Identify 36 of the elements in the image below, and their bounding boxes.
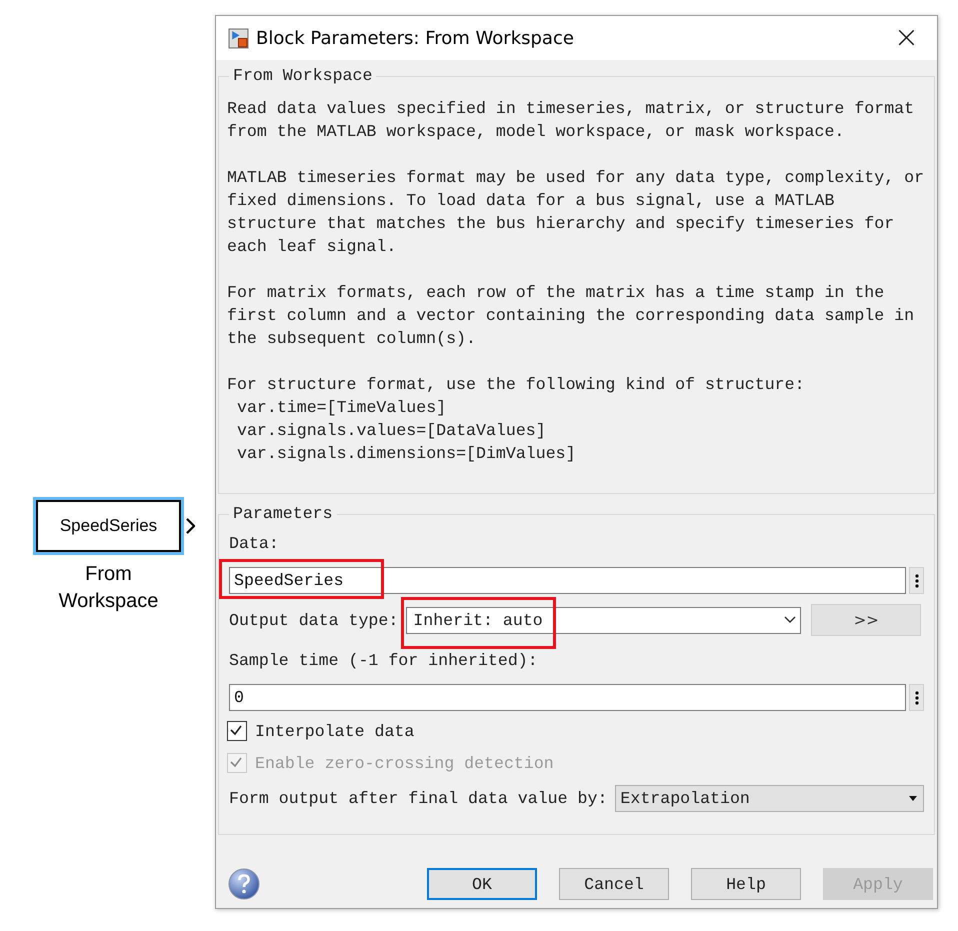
- dialog-button[interactable]: Help: [691, 868, 801, 900]
- checkbox[interactable]: [227, 721, 247, 741]
- output-port-icon: [186, 518, 195, 534]
- checkbox-label: Enable zero-crossing detection: [255, 754, 554, 772]
- help-icon[interactable]: [228, 868, 260, 900]
- input-field[interactable]: SpeedSeries: [229, 567, 906, 594]
- code-line: var.signals.values=[DataValues]: [237, 420, 547, 442]
- more-options-button[interactable]: [909, 684, 924, 711]
- description-text: For structure format, use the following kind of structure:: [227, 374, 806, 396]
- close-button[interactable]: ×: [884, 23, 929, 53]
- field-label: Data:: [229, 533, 280, 555]
- dialog-button[interactable]: OK: [427, 868, 537, 900]
- input-field[interactable]: 0: [229, 684, 906, 711]
- dialog-button[interactable]: Cancel: [559, 868, 669, 900]
- more-options-button[interactable]: [909, 567, 924, 594]
- block-icon: [228, 28, 249, 48]
- field-label: Form output after final data value by:: [229, 789, 608, 808]
- data-type-assistant-button[interactable]: >>: [811, 604, 922, 636]
- description-text: Read data values specified in timeseries, matrix, or structure format from the MATLAB workspace, model workspace, or mask workspace.: [227, 98, 916, 143]
- checkbox-label: Interpolate data: [255, 722, 414, 740]
- description-text: MATLAB timeseries format may be used for any data type, complexity, or fixed dimensions. To load data for a bus signal, use a MATLAB structure that matches the bus hierarchy and specify timeseries for each leaf signal.: [227, 167, 926, 258]
- group-title: From Workspace: [229, 66, 376, 86]
- caret-icon: [909, 796, 917, 801]
- field-label: Sample time (-1 for inherited):: [229, 650, 539, 672]
- caret-icon: [784, 616, 796, 624]
- code-line: var.time=[TimeValues]: [237, 397, 448, 419]
- vertical-dots-icon: [914, 572, 918, 588]
- field-label: Output data type:: [229, 610, 398, 630]
- block[interactable]: SpeedSeries: [36, 500, 181, 552]
- type-dropdown[interactable]: Inherit: auto: [406, 606, 802, 634]
- description-text: For matrix formats, each row of the matrix has a time stamp in the first column and a vector containing the corresponding data sample in the subsequent column(s).: [227, 282, 916, 350]
- code-line: var.signals.dimensions=[DimValues]: [237, 443, 577, 465]
- window-title: Block Parameters: From Workspace: [256, 28, 575, 48]
- block-caption: From Workspace: [58, 562, 160, 614]
- extrapolation-dropdown[interactable]: Extrapolation: [615, 785, 924, 812]
- vertical-dots-icon: [914, 690, 918, 706]
